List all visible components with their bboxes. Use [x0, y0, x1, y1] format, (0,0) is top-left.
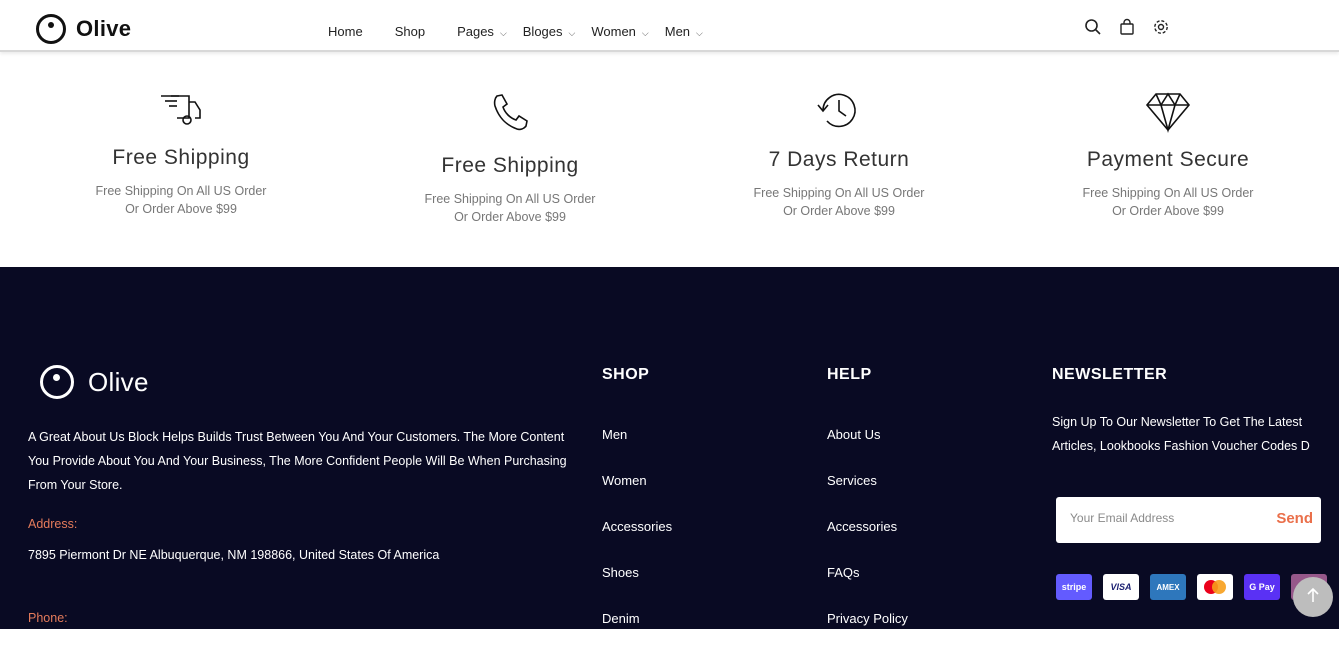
nav-item-pages[interactable]: Pages ⌵: [457, 24, 507, 39]
footer-link-accessories[interactable]: Accessories: [827, 519, 908, 565]
search-icon[interactable]: [1084, 18, 1102, 36]
feature-title: Payment Secure: [1086, 148, 1250, 171]
feature-line: Or Order Above $99: [783, 204, 895, 218]
header-icons: [1084, 18, 1170, 36]
visa-icon: VISA: [1103, 574, 1139, 600]
footer-help-column: HELP About Us Services Accessories FAQs …: [827, 366, 908, 657]
scroll-to-top-button[interactable]: [1293, 577, 1333, 617]
email-input[interactable]: [1070, 511, 1250, 525]
nav-item-shop[interactable]: Shop: [395, 24, 425, 39]
footer-link-men[interactable]: Men: [602, 427, 672, 473]
help-heading: HELP: [827, 366, 872, 383]
phone-label: Phone:: [28, 611, 68, 625]
footer-shop-column: SHOP Men Women Accessories Shoes Denim: [602, 366, 672, 657]
feature-line: Or Order Above $99: [454, 210, 566, 224]
gpay-icon: G Pay: [1244, 574, 1280, 600]
feature-title: Free Shipping: [112, 146, 250, 169]
main-nav: Home Shop Pages ⌵ Bloges ⌵ Women ⌵ Men ⌵: [328, 24, 719, 39]
feature-line: Free Shipping On All US Order: [95, 184, 267, 198]
footer-logo-text: Olive: [88, 366, 149, 397]
footer-link-faqs[interactable]: FAQs: [827, 565, 908, 611]
payment-label: VISA: [1110, 582, 1132, 592]
arrow-up-icon: [1306, 587, 1320, 608]
feature-free-shipping: Free Shipping Free Shipping On All US Or…: [61, 90, 301, 218]
feature-title: Free Shipping: [441, 154, 579, 177]
footer-logo[interactable]: Olive: [40, 365, 149, 399]
payment-methods: stripe VISA AMEX G Pay: [1056, 574, 1327, 600]
footer-link-about-us[interactable]: About Us: [827, 427, 908, 473]
stripe-icon: stripe: [1056, 574, 1092, 600]
feature-line: Or Order Above $99: [125, 202, 237, 216]
footer-link-shoes[interactable]: Shoes: [602, 565, 672, 611]
footer-link-services[interactable]: Services: [827, 473, 908, 519]
nav-item-men[interactable]: Men ⌵: [665, 24, 703, 39]
newsletter-heading: NEWSLETTER: [1052, 366, 1168, 383]
nav-label: Shop: [394, 24, 426, 39]
history-clock-icon: [815, 90, 863, 134]
feature-description: Free Shipping On All US Order Or Order Ab…: [61, 182, 301, 218]
feature-description: Free Shipping On All US Order Or Order Ab…: [390, 190, 630, 226]
newsletter-form: Send: [1056, 497, 1321, 543]
nav-label: Women: [591, 24, 636, 39]
nav-item-bloges[interactable]: Bloges ⌵: [523, 24, 576, 39]
footer-link-accessories[interactable]: Accessories: [602, 519, 672, 565]
phone-icon: [486, 92, 534, 136]
feature-title: 7 Days Return: [768, 148, 910, 171]
feature-line: Free Shipping On All US Order: [1082, 186, 1254, 200]
amex-icon: AMEX: [1150, 574, 1186, 600]
shop-heading: SHOP: [602, 366, 650, 383]
nav-label: Bloges: [522, 24, 563, 39]
feature-payment-secure: Payment Secure Free Shipping On All US O…: [1048, 90, 1288, 220]
footer-link-women[interactable]: Women: [602, 473, 672, 519]
site-footer: Olive A Great About Us Block Helps Build…: [0, 267, 1339, 629]
chevron-down-icon: ⌵: [641, 28, 649, 38]
chevron-down-icon: ⌵: [696, 28, 703, 38]
footer-link-denim[interactable]: Denim: [602, 611, 672, 657]
newsletter-line: Sign Up To Our Newsletter To Get The Lat…: [1052, 415, 1303, 429]
feature-line: Or Order Above $99: [1112, 204, 1224, 218]
shopping-bag-icon[interactable]: [1118, 18, 1136, 36]
chevron-down-icon: ⌵: [499, 28, 507, 38]
nav-label: Men: [664, 24, 691, 39]
footer-about-text: A Great About Us Block Helps Builds Trus…: [28, 430, 567, 492]
address-label: Address:: [28, 517, 78, 531]
shop-links: Men Women Accessories Shoes Denim: [602, 427, 672, 657]
logo-mark-icon: [40, 365, 74, 399]
help-links: About Us Services Accessories FAQs Priva…: [827, 427, 908, 657]
newsletter-section: NEWSLETTER Sign Up To Our Newsletter To …: [1052, 366, 1339, 458]
mastercard-icon: [1197, 574, 1233, 600]
nav-label: Home: [328, 24, 363, 39]
feature-return: 7 Days Return Free Shipping On All US Or…: [719, 90, 959, 220]
feature-description: Free Shipping On All US Order Or Order Ab…: [1048, 184, 1288, 220]
feature-description: Free Shipping On All US Order Or Order Ab…: [719, 184, 959, 220]
feature-line: Free Shipping On All US Order: [424, 192, 596, 206]
delivery-truck-icon: [157, 90, 205, 134]
payment-label: stripe: [1061, 582, 1087, 592]
send-button[interactable]: Send: [1276, 510, 1313, 527]
logo-text: Olive: [76, 16, 132, 41]
feature-phone: Free Shipping Free Shipping On All US Or…: [390, 92, 630, 226]
chevron-down-icon: ⌵: [568, 28, 576, 38]
payment-label: G Pay: [1249, 582, 1275, 592]
footer-link-privacy-policy[interactable]: Privacy Policy: [827, 611, 908, 657]
payment-label: AMEX: [1156, 582, 1180, 592]
logo[interactable]: Olive: [36, 14, 131, 44]
nav-label: Pages: [457, 24, 494, 39]
logo-mark-icon: [36, 14, 66, 44]
address-text: 7895 Piermont Dr NE Albuquerque, NM 1988…: [28, 548, 440, 562]
nav-item-women[interactable]: Women ⌵: [591, 24, 648, 39]
feature-line: Free Shipping On All US Order: [753, 186, 925, 200]
diamond-icon: [1144, 90, 1192, 134]
nav-item-home[interactable]: Home: [328, 24, 363, 39]
site-header: Olive Home Shop Pages ⌵ Bloges ⌵ Women ⌵ Me…: [0, 0, 1339, 52]
settings-icon[interactable]: [1152, 18, 1170, 36]
newsletter-text: Sign Up To Our Newsletter To Get The Lat…: [1052, 410, 1339, 458]
newsletter-line: Articles, Lookbooks Fashion Voucher Code…: [1052, 439, 1310, 453]
